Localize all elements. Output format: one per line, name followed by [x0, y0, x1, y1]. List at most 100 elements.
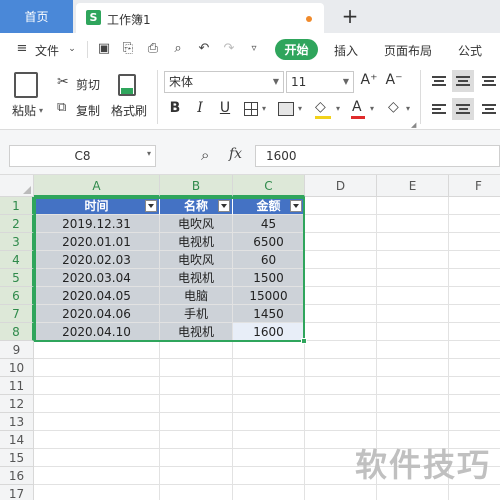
font-color-icon[interactable]: A: [352, 99, 362, 115]
empty-cell[interactable]: [449, 197, 500, 215]
chevron-down-icon[interactable]: ▾: [39, 106, 43, 115]
cut-button[interactable]: 剪切: [76, 76, 100, 93]
empty-cell[interactable]: [305, 287, 377, 305]
table-cell[interactable]: 2019.12.31: [34, 215, 160, 233]
empty-cell[interactable]: [34, 359, 160, 377]
table-cell[interactable]: 电视机: [160, 323, 233, 341]
empty-cell[interactable]: [377, 251, 449, 269]
paste-button[interactable]: 粘贴: [12, 102, 36, 119]
empty-cell[interactable]: [305, 233, 377, 251]
empty-cell[interactable]: [305, 323, 377, 341]
empty-cell[interactable]: [305, 395, 377, 413]
empty-cell[interactable]: [449, 377, 500, 395]
dialog-launcher-icon[interactable]: ◢: [411, 121, 416, 129]
empty-cell[interactable]: [377, 269, 449, 287]
row-header-7[interactable]: 7: [0, 305, 34, 323]
empty-cell[interactable]: [449, 323, 500, 341]
table-cell[interactable]: 45: [233, 215, 305, 233]
table-cell[interactable]: 2020.04.06: [34, 305, 160, 323]
chevron-down-icon[interactable]: ⌄: [64, 41, 80, 57]
hamburger-icon[interactable]: ≡: [14, 41, 30, 57]
empty-cell[interactable]: [34, 431, 160, 449]
empty-cell[interactable]: [305, 413, 377, 431]
column-header-e[interactable]: E: [377, 175, 449, 197]
empty-cell[interactable]: [377, 359, 449, 377]
empty-cell[interactable]: [160, 341, 233, 359]
empty-cell[interactable]: [377, 395, 449, 413]
table-cell[interactable]: 6500: [233, 233, 305, 251]
empty-cell[interactable]: [377, 197, 449, 215]
row-header-11[interactable]: 11: [0, 377, 34, 395]
row-header-10[interactable]: 10: [0, 359, 34, 377]
font-shrink-button[interactable]: A⁻: [385, 72, 403, 88]
column-header-a[interactable]: A: [34, 175, 160, 197]
zoom-search-icon[interactable]: ⌕: [201, 146, 209, 164]
chevron-down-icon[interactable]: ▾: [406, 104, 410, 113]
empty-cell[interactable]: [160, 485, 233, 500]
save-icon[interactable]: ▣: [96, 41, 112, 57]
table-cell[interactable]: 电脑: [160, 287, 233, 305]
filter-dropdown-icon[interactable]: [290, 200, 302, 212]
empty-cell[interactable]: [449, 485, 500, 500]
italic-button[interactable]: I: [191, 100, 209, 116]
empty-cell[interactable]: [233, 485, 305, 500]
print-icon[interactable]: ⎙: [145, 41, 161, 57]
font-size-select[interactable]: 11 ▼: [286, 71, 354, 93]
border-icon[interactable]: [244, 102, 258, 116]
empty-cell[interactable]: [305, 485, 377, 500]
name-box[interactable]: C8: [9, 145, 156, 167]
empty-cell[interactable]: [305, 341, 377, 359]
empty-cell[interactable]: [377, 233, 449, 251]
row-header-14[interactable]: 14: [0, 431, 34, 449]
row-header-5[interactable]: 5: [0, 269, 34, 287]
row-header-9[interactable]: 9: [0, 341, 34, 359]
empty-cell[interactable]: [305, 215, 377, 233]
scissors-icon[interactable]: ✂: [57, 74, 69, 90]
empty-cell[interactable]: [160, 449, 233, 467]
fx-icon[interactable]: fx: [229, 146, 242, 162]
copy-icon[interactable]: ⧉: [57, 100, 66, 115]
empty-cell[interactable]: [233, 467, 305, 485]
table-cell[interactable]: 电吹风: [160, 215, 233, 233]
chevron-down-icon[interactable]: ▾: [147, 149, 151, 158]
empty-cell[interactable]: [233, 395, 305, 413]
empty-cell[interactable]: [34, 413, 160, 431]
empty-cell[interactable]: [449, 215, 500, 233]
empty-cell[interactable]: [305, 377, 377, 395]
chevron-down-icon[interactable]: ▾: [336, 104, 340, 113]
row-header-6[interactable]: 6: [0, 287, 34, 305]
table-cell[interactable]: 1500: [233, 269, 305, 287]
column-header-d[interactable]: D: [305, 175, 377, 197]
empty-cell[interactable]: [449, 413, 500, 431]
select-all-corner[interactable]: [0, 175, 34, 197]
eraser-icon[interactable]: ◇: [388, 99, 399, 115]
align-top-icon[interactable]: [428, 70, 450, 92]
empty-cell[interactable]: [449, 341, 500, 359]
font-grow-button[interactable]: A⁺: [360, 72, 378, 88]
align-center-icon[interactable]: [452, 98, 474, 120]
empty-cell[interactable]: [449, 251, 500, 269]
empty-cell[interactable]: [377, 215, 449, 233]
table-cell[interactable]: 2020.02.03: [34, 251, 160, 269]
empty-cell[interactable]: [160, 467, 233, 485]
table-header-cell[interactable]: 时间: [34, 197, 160, 215]
empty-cell[interactable]: [34, 395, 160, 413]
paste-icon[interactable]: [14, 72, 38, 98]
empty-cell[interactable]: [233, 449, 305, 467]
row-header-2[interactable]: 2: [0, 215, 34, 233]
tab-workbook[interactable]: S 工作簿1: [76, 3, 324, 33]
column-header-b[interactable]: B: [160, 175, 233, 197]
empty-cell[interactable]: [449, 233, 500, 251]
more-icon[interactable]: ▿: [246, 41, 262, 57]
empty-cell[interactable]: [377, 377, 449, 395]
empty-cell[interactable]: [34, 449, 160, 467]
column-header-f[interactable]: F: [449, 175, 500, 197]
empty-cell[interactable]: [34, 467, 160, 485]
row-header-15[interactable]: 15: [0, 449, 34, 467]
align-bottom-icon[interactable]: [478, 70, 500, 92]
tab-start[interactable]: 开始: [275, 39, 318, 60]
tab-page-layout[interactable]: 页面布局: [384, 42, 432, 59]
formula-input[interactable]: 1600: [255, 145, 500, 167]
empty-cell[interactable]: [34, 485, 160, 500]
empty-cell[interactable]: [449, 269, 500, 287]
